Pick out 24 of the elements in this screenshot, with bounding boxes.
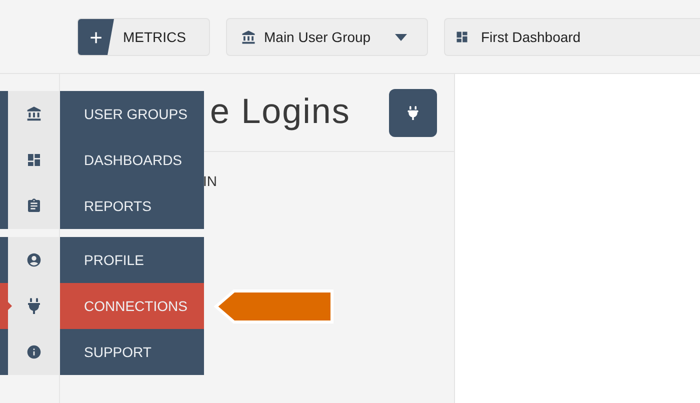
menu-label: CONNECTIONS <box>84 296 188 316</box>
user-group-dropdown[interactable]: Main User Group <box>226 18 428 56</box>
section-label: IN <box>203 172 217 191</box>
plug-icon <box>26 298 42 314</box>
connect-button[interactable] <box>389 88 437 136</box>
clipboard-icon <box>26 198 42 214</box>
menu-label: DASHBOARDS <box>84 150 182 170</box>
plug-icon <box>406 106 420 120</box>
info-icon <box>26 344 42 360</box>
add-symbol: + <box>78 19 114 55</box>
menu-label: REPORTS <box>84 196 152 216</box>
dashboard-icon <box>26 152 42 168</box>
profile-icon <box>26 252 42 268</box>
menu-label: USER GROUPS <box>84 104 188 124</box>
dropdown-caret-icon <box>395 34 407 40</box>
menu-label: PROFILE <box>84 250 144 270</box>
menu-label: SUPPORT <box>84 342 152 362</box>
dashboard-dropdown[interactable]: First Dashboard <box>444 18 700 56</box>
add-metrics-button[interactable]: + METRICS <box>77 18 210 56</box>
dashboard-icon <box>455 30 469 44</box>
page-title: e Logins <box>210 91 352 134</box>
bank-icon <box>241 30 256 44</box>
metrics-label: METRICS <box>123 28 186 46</box>
bank-icon <box>26 106 42 122</box>
